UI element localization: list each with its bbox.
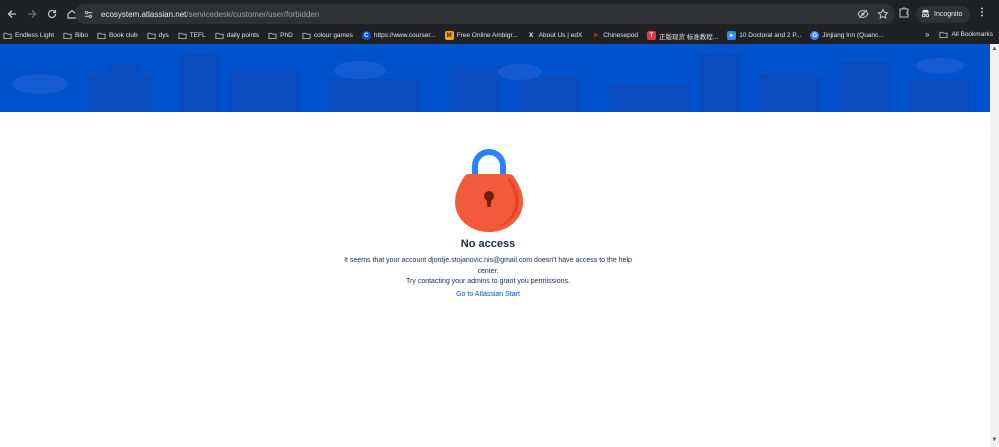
site-info-icon[interactable] bbox=[81, 7, 95, 21]
scroll-down-icon[interactable]: ▼ bbox=[990, 437, 999, 445]
bookmark-label: Jinjiang Inn (Quanc... bbox=[822, 32, 884, 39]
no-access-message: It seems that your account djordje.stoja… bbox=[334, 256, 642, 288]
folder-icon bbox=[63, 31, 72, 40]
folder-icon bbox=[3, 31, 12, 40]
bookmark-folder[interactable]: Bibo bbox=[63, 31, 88, 40]
bookmark-link[interactable]: M Free Online Ambigr... bbox=[444, 31, 518, 40]
bookmark-label: dys bbox=[158, 32, 169, 39]
bookmark-folder[interactable]: Endless Light bbox=[3, 31, 54, 40]
chevron-right-icon[interactable]: » bbox=[925, 30, 929, 39]
folder-icon bbox=[97, 31, 106, 40]
bookmark-label: Chinesepod bbox=[603, 32, 638, 39]
bookmark-label: 10 Doctoral and 2 P... bbox=[739, 32, 802, 39]
forward-icon[interactable] bbox=[23, 5, 41, 23]
bookmark-label: TEFL bbox=[189, 32, 206, 39]
folder-icon bbox=[178, 31, 187, 40]
browser-toolbar: ecosystem.atlassian.net/servicedesk/cust… bbox=[0, 0, 999, 27]
header-banner bbox=[0, 44, 990, 112]
bookmark-folder[interactable]: dys bbox=[147, 31, 169, 40]
incognito-icon bbox=[920, 8, 931, 21]
bookmark-label: https://www.courser... bbox=[373, 32, 436, 39]
eye-off-icon[interactable] bbox=[857, 7, 869, 25]
ambigram-icon: M bbox=[444, 31, 454, 40]
bookmark-link[interactable]: T 正版现货 标准教程... bbox=[647, 31, 718, 41]
address-bar[interactable]: ecosystem.atlassian.net/servicedesk/cust… bbox=[75, 4, 895, 24]
padlock-icon bbox=[455, 149, 523, 232]
bookmark-label: Free Online Ambigr... bbox=[456, 32, 518, 39]
page-title: No access bbox=[460, 238, 516, 250]
incognito-badge[interactable]: Incognito bbox=[916, 5, 971, 23]
bookmark-label: Book club bbox=[109, 32, 138, 39]
bookmark-folder[interactable]: Book club bbox=[97, 31, 138, 40]
url-text: ecosystem.atlassian.net/servicedesk/cust… bbox=[101, 10, 319, 19]
google-icon: G bbox=[810, 31, 820, 40]
folder-icon bbox=[215, 31, 224, 40]
video-icon: ▸ bbox=[727, 31, 737, 40]
edx-icon: X bbox=[526, 31, 536, 40]
back-icon[interactable] bbox=[3, 5, 21, 23]
bookmark-folder[interactable]: TEFL bbox=[178, 31, 206, 40]
bookmarks-bar: Endless Light Bibo Book club dys TEFL da… bbox=[0, 27, 999, 44]
folder-icon bbox=[302, 31, 311, 40]
skyline-illustration bbox=[12, 46, 970, 112]
all-bookmarks-button[interactable]: All Bookmarks bbox=[939, 30, 993, 39]
folder-icon bbox=[268, 31, 277, 40]
url-path: /servicedesk/customer/user/forbidden bbox=[186, 9, 320, 19]
message-line: Try contacting your admins to grant you … bbox=[406, 278, 570, 285]
folder-icon bbox=[147, 31, 156, 40]
all-bookmarks-label: All Bookmarks bbox=[951, 31, 993, 38]
menu-icon[interactable] bbox=[976, 5, 988, 23]
bookmark-label: Bibo bbox=[75, 32, 89, 39]
browser-chrome: ecosystem.atlassian.net/servicedesk/cust… bbox=[0, 0, 999, 44]
chinesepod-icon: ➤ bbox=[591, 31, 601, 40]
bookmarks-overflow: » All Bookmarks bbox=[925, 30, 993, 39]
bookmark-label: colour games bbox=[313, 32, 353, 39]
scroll-up-icon[interactable]: ▲ bbox=[990, 46, 999, 54]
page-scrollbar[interactable]: ▲ ▼ bbox=[990, 44, 999, 447]
atlassian-start-link[interactable]: Go to Atlassian Start bbox=[0, 291, 976, 298]
bookmark-link[interactable]: Chttps://www.courser... bbox=[361, 31, 436, 40]
folder-icon bbox=[939, 30, 948, 39]
taobao-icon: T bbox=[647, 31, 656, 40]
bookmark-label: 正版现货 标准教程... bbox=[659, 33, 719, 41]
extensions-icon[interactable] bbox=[898, 5, 910, 23]
incognito-label: Incognito bbox=[934, 10, 963, 18]
bookmark-link[interactable]: X About Us | edX bbox=[526, 31, 583, 40]
bookmark-link[interactable]: ▸ 10 Doctoral and 2 P... bbox=[727, 31, 801, 40]
coursera-icon: C bbox=[361, 31, 371, 40]
bookmark-star-icon[interactable] bbox=[877, 7, 889, 25]
bookmark-folder[interactable]: daily points bbox=[215, 31, 260, 40]
url-host: ecosystem.atlassian.net bbox=[101, 9, 187, 19]
reload-icon[interactable] bbox=[43, 5, 61, 23]
bookmark-folder[interactable]: colour games bbox=[302, 31, 353, 40]
bookmark-label: Endless Light bbox=[15, 32, 55, 39]
bookmark-link[interactable]: ➤ Chinesepod bbox=[591, 31, 638, 40]
bookmark-folder[interactable]: PhD bbox=[268, 31, 293, 40]
message-line: It seems that your account djordje.stoja… bbox=[344, 257, 632, 275]
bookmark-link[interactable]: G Jinjiang Inn (Quanc... bbox=[810, 31, 884, 40]
bookmark-label: About Us | edX bbox=[538, 32, 583, 39]
bookmark-label: daily points bbox=[226, 32, 260, 39]
bookmark-label: PhD bbox=[280, 32, 293, 39]
